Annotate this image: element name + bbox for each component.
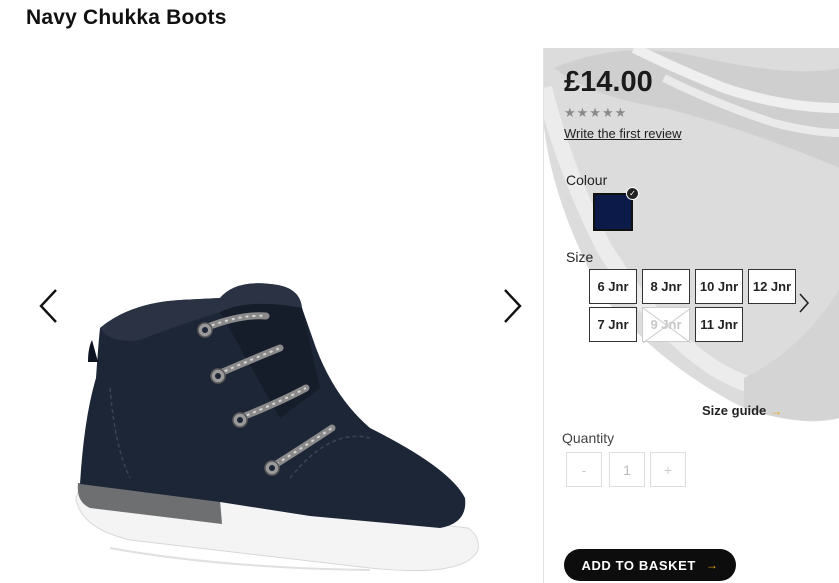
size-guide-link[interactable]: Size guide → — [702, 403, 782, 418]
quantity-decrease-button[interactable]: - — [566, 452, 602, 487]
size-option[interactable]: 10 Jnr — [695, 269, 743, 304]
size-option[interactable]: 6 Jnr — [589, 269, 637, 304]
quantity-increase-button[interactable]: + — [650, 452, 686, 487]
arrow-right-icon: → — [770, 403, 783, 418]
size-option[interactable]: 11 Jnr — [695, 307, 743, 342]
size-option-label: 9 Jnr — [650, 317, 682, 332]
chevron-right-icon — [504, 289, 522, 323]
chevron-right-icon — [799, 293, 810, 313]
gallery-next-button[interactable] — [498, 286, 526, 326]
add-to-basket-label: ADD TO BASKET — [581, 557, 696, 573]
add-to-basket-button[interactable]: ADD TO BASKET → — [564, 549, 736, 581]
product-image-gallery — [0, 48, 540, 583]
size-option-unavailable: 9 Jnr — [642, 307, 691, 343]
size-guide-label: Size guide — [702, 403, 767, 418]
page-title: Navy Chukka Boots — [26, 6, 227, 29]
rating-stars: ★★★★★ — [564, 105, 628, 120]
check-icon: ✓ — [626, 187, 639, 200]
colour-label: Colour — [566, 172, 608, 188]
write-review-link[interactable]: Write the first review — [564, 126, 682, 141]
chevron-left-icon — [39, 289, 57, 323]
arrow-right-icon: → — [705, 558, 719, 572]
product-image — [75, 283, 479, 572]
quantity-label: Quantity — [562, 430, 615, 446]
size-label: Size — [566, 249, 594, 265]
colour-swatch-navy[interactable]: ✓ — [593, 187, 639, 231]
quantity-input[interactable]: 1 — [609, 452, 645, 487]
size-option[interactable]: 7 Jnr — [589, 307, 637, 342]
size-option[interactable]: 8 Jnr — [642, 269, 690, 304]
product-details-panel: £14.00 ★★★★★ Write the first review Colo… — [543, 48, 839, 583]
product-price: £14.00 — [564, 66, 653, 98]
gallery-prev-button[interactable] — [35, 286, 63, 326]
size-scroll-next-button[interactable] — [794, 288, 814, 318]
size-option[interactable]: 12 Jnr — [748, 269, 796, 304]
